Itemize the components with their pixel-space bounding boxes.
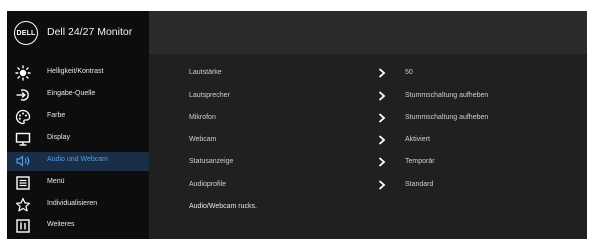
option-value: Standard bbox=[405, 181, 434, 188]
option-label: Lautsprecher bbox=[189, 92, 230, 99]
input-source-icon bbox=[15, 87, 31, 103]
option-status-indicator[interactable]: Statusanzeige Temporär bbox=[149, 154, 587, 172]
sidebar-item-display[interactable]: Display bbox=[7, 130, 149, 149]
sidebar-item-label: Audio und Webcam bbox=[47, 156, 108, 163]
chevron-right-icon bbox=[378, 113, 386, 123]
menu-icon bbox=[15, 175, 31, 191]
option-label: Webcam bbox=[189, 136, 217, 143]
brightness-icon bbox=[15, 65, 31, 81]
sidebar-item-label: Farbe bbox=[47, 112, 66, 119]
sidebar-item-label: Helligkeit/Kontrast bbox=[47, 68, 104, 75]
speaker-icon bbox=[15, 153, 31, 169]
sidebar-item-brightness-contrast[interactable]: Helligkeit/Kontrast bbox=[7, 64, 149, 83]
option-label: Statusanzeige bbox=[189, 158, 234, 165]
option-value: Temporär bbox=[405, 158, 435, 165]
option-label: Audioprofile bbox=[189, 181, 226, 188]
sidebar-item-label: Weiteres bbox=[47, 221, 75, 228]
option-label: Audio/Webcam rucks. bbox=[189, 203, 257, 210]
option-speaker[interactable]: Lautsprecher Stummschaltung aufheben bbox=[149, 88, 587, 106]
sidebar-item-label: Eingabe-Quelle bbox=[47, 90, 96, 97]
color-palette-icon bbox=[15, 109, 31, 125]
app-title: Dell 24/27 Monitor bbox=[47, 26, 133, 38]
sidebar-item-label: Display bbox=[47, 134, 70, 141]
sidebar-item-others[interactable]: Weiteres bbox=[7, 217, 149, 236]
option-webcam[interactable]: Webcam Aktiviert bbox=[149, 132, 587, 150]
sidebar-item-audio-webcam[interactable]: Audio und Webcam bbox=[7, 152, 149, 171]
info-icon bbox=[15, 218, 31, 234]
option-value: Aktiviert bbox=[405, 136, 430, 143]
option-audio-profile[interactable]: Audioprofile Standard bbox=[149, 177, 587, 195]
option-value: Stummschaltung aufheben bbox=[405, 114, 489, 121]
sidebar-item-label: Menü bbox=[47, 178, 65, 185]
sidebar: DELL Dell 24/27 Monitor Helligkeit/Kontr… bbox=[7, 11, 149, 239]
chevron-right-icon bbox=[378, 157, 386, 167]
monitor-osd: DELL Dell 24/27 Monitor Helligkeit/Kontr… bbox=[7, 11, 587, 239]
display-icon bbox=[15, 131, 31, 147]
sidebar-item-label: Individualisieren bbox=[47, 200, 98, 207]
header-bar bbox=[149, 11, 587, 54]
option-volume[interactable]: Lautstärke 50 bbox=[149, 65, 587, 83]
sidebar-item-menu[interactable]: Menü bbox=[7, 174, 149, 193]
star-icon bbox=[15, 197, 31, 213]
option-label: Mikrofon bbox=[189, 114, 216, 121]
reset-audio-webcam-button[interactable]: Audio/Webcam rucks. bbox=[149, 199, 587, 217]
sidebar-item-input-source[interactable]: Eingabe-Quelle bbox=[7, 86, 149, 105]
option-label: Lautstärke bbox=[189, 69, 222, 76]
option-microphone[interactable]: Mikrofon Stummschaltung aufheben bbox=[149, 110, 587, 128]
sidebar-item-personalize[interactable]: Individualisieren bbox=[7, 196, 149, 215]
chevron-right-icon bbox=[378, 91, 386, 101]
option-value: 50 bbox=[405, 69, 413, 76]
chevron-right-icon bbox=[378, 135, 386, 145]
chevron-right-icon bbox=[378, 68, 386, 78]
chevron-right-icon bbox=[378, 180, 386, 190]
sidebar-item-color[interactable]: Farbe bbox=[7, 108, 149, 127]
dell-logo: DELL bbox=[14, 21, 38, 45]
option-value: Stummschaltung aufheben bbox=[405, 92, 489, 99]
